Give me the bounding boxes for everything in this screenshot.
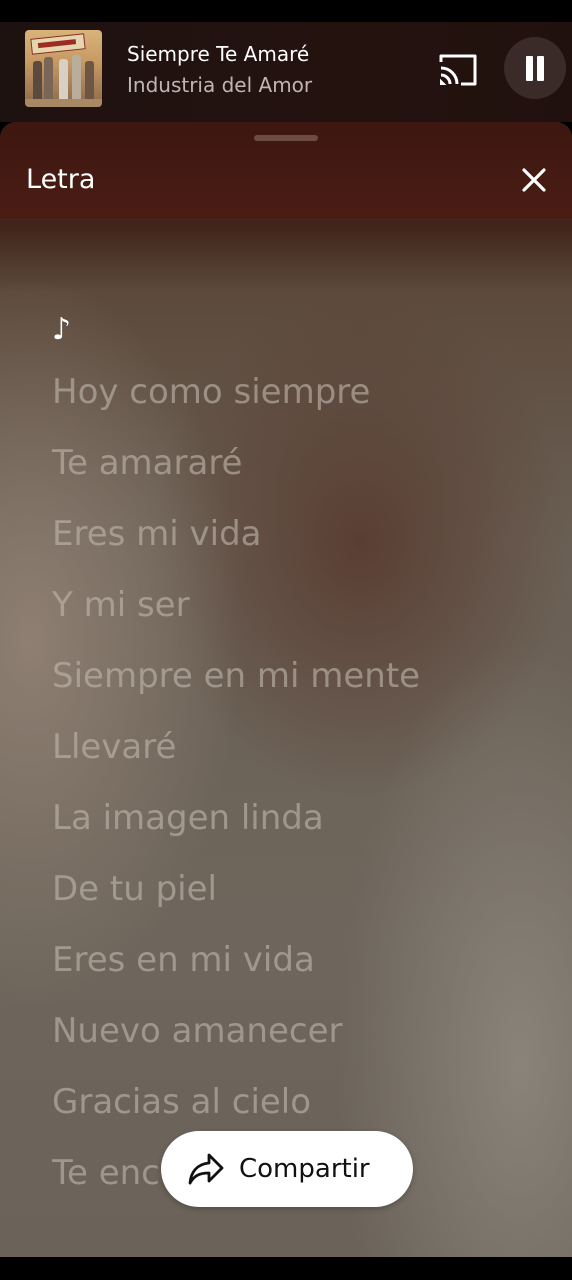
music-note-icon: ♪ — [52, 312, 72, 347]
screen: Siempre Te Amaré Industria del Amor Letr… — [0, 0, 572, 1280]
lyric-line[interactable]: Gracias al cielo — [52, 1080, 311, 1124]
lyrics-header: Letra — [0, 122, 572, 220]
lyric-line[interactable]: Y mi ser — [52, 583, 190, 627]
album-cover[interactable] — [25, 30, 102, 107]
lyric-line[interactable]: De tu piel — [52, 867, 217, 911]
lyric-line[interactable]: Siempre en mi mente — [52, 654, 420, 698]
status-bar — [0, 0, 572, 22]
album-figure — [59, 59, 68, 101]
cast-button[interactable] — [438, 50, 478, 90]
lyric-line[interactable]: Nuevo amanecer — [52, 1009, 342, 1053]
album-figure — [85, 61, 94, 101]
album-ground — [25, 99, 102, 107]
lyrics-title: Letra — [26, 164, 96, 195]
track-artist: Industria del Amor — [127, 73, 313, 97]
album-figure — [72, 55, 81, 101]
lyric-line[interactable]: Te amararé — [52, 441, 242, 485]
lyrics-sheet: Letra ♪ Hoy como siempre Te amararé Eres… — [0, 122, 572, 1257]
album-logo — [30, 33, 86, 55]
lyric-line[interactable]: Hoy como siempre — [52, 370, 370, 414]
lyric-line[interactable]: Llevaré — [52, 725, 176, 769]
lyric-line[interactable]: Eres mi vida — [52, 512, 262, 556]
share-icon — [188, 1153, 224, 1185]
close-icon — [522, 168, 546, 192]
lyric-line[interactable]: Eres en mi vida — [52, 938, 315, 982]
mini-player[interactable]: Siempre Te Amaré Industria del Amor — [0, 22, 572, 122]
share-label: Compartir — [239, 1154, 370, 1184]
pause-button[interactable] — [504, 37, 566, 99]
album-figure — [33, 61, 42, 101]
cast-icon — [439, 54, 477, 86]
drag-handle[interactable] — [254, 135, 318, 141]
track-title: Siempre Te Amaré — [127, 42, 310, 66]
lyric-line[interactable]: La imagen linda — [52, 796, 324, 840]
navigation-bar — [0, 1257, 572, 1280]
lyric-line[interactable]: Te enc — [52, 1151, 160, 1195]
album-figure — [44, 57, 53, 101]
share-button[interactable]: Compartir — [161, 1131, 413, 1207]
close-button[interactable] — [514, 160, 554, 200]
